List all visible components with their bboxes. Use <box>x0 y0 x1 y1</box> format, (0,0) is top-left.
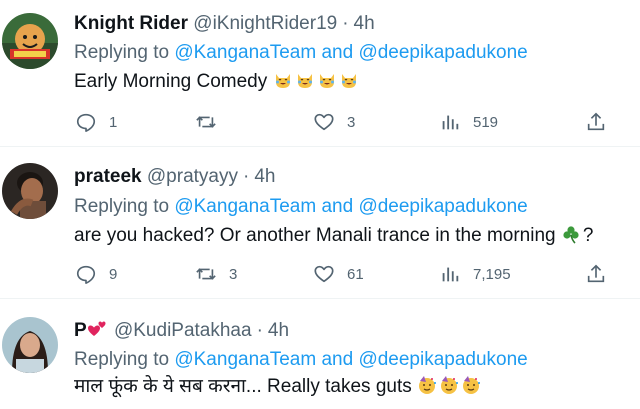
share-icon <box>587 264 605 283</box>
display-name[interactable]: prateek <box>74 166 142 187</box>
retweet-icon <box>196 116 216 128</box>
like-button[interactable]: 3 <box>313 109 355 135</box>
laughing-crying-cat-emoji <box>319 74 334 88</box>
views-count: 519 <box>473 113 499 131</box>
like-count: 61 <box>347 265 364 283</box>
mention-link[interactable]: @KanganaTeam <box>174 196 316 217</box>
tweet-text-content: Early Morning Comedy <box>74 71 268 92</box>
replying-prefix: Replying to <box>74 42 170 63</box>
avatar[interactable] <box>2 317 58 373</box>
mention-link[interactable]: @deepikapadukone <box>358 349 527 370</box>
tweet-text-content: माल फूंक के ये सब करना... Really takes g… <box>74 376 412 397</box>
avatar[interactable] <box>2 13 58 69</box>
partying-face-emoji <box>419 376 437 394</box>
shamrock-emoji <box>563 226 579 244</box>
separator-dot: · <box>256 320 263 341</box>
share-icon <box>587 112 605 131</box>
tweet-feed: Knight Rider @iKnightRider19 · 4h Replying… <box>0 0 640 409</box>
share-button[interactable] <box>585 109 607 135</box>
laughing-crying-cat-emoji <box>341 74 356 88</box>
share-button[interactable] <box>585 261 607 287</box>
tweet-text-content: are you hacked? Or another Manali trance… <box>74 225 556 246</box>
tweet[interactable]: P @KudiPatakhaa · 4h Replying to @KanganaT… <box>0 302 640 409</box>
partying-face-emoji <box>463 376 481 394</box>
two-hearts-emoji <box>87 321 106 336</box>
separator-dot: · <box>342 13 349 34</box>
views-button[interactable]: 7,195 <box>439 261 511 287</box>
mention-link[interactable]: @KanganaTeam <box>174 42 316 63</box>
tweet-text: Early Morning Comedy <box>74 70 361 94</box>
views-icon <box>442 115 459 130</box>
heart-icon <box>314 265 334 283</box>
tweet[interactable]: Knight Rider @iKnightRider19 · 4h Replying… <box>0 0 640 146</box>
mention-link[interactable]: @deepikapadukone <box>358 42 527 63</box>
display-name[interactable]: Knight Rider <box>74 13 188 34</box>
mention-and: and <box>321 349 354 370</box>
mention-and: and <box>321 42 354 63</box>
laughing-crying-cat-emoji <box>297 74 312 88</box>
divider <box>0 146 640 147</box>
mention-link[interactable]: @KanganaTeam <box>174 349 316 370</box>
separator-dot: · <box>243 166 250 187</box>
tweet-header: prateek @pratyayy · 4h <box>74 165 275 189</box>
views-count: 7,195 <box>473 265 511 283</box>
timestamp[interactable]: 4h <box>268 320 289 341</box>
tweet-text: माल फूंक के ये सब करना... Really takes g… <box>74 375 483 399</box>
emoji-group <box>273 71 361 92</box>
tweet-actions: 1 3 519 <box>75 109 615 135</box>
replying-prefix: Replying to <box>74 349 170 370</box>
retweet-button[interactable] <box>195 109 217 135</box>
tweet-header: P @KudiPatakhaa · 4h <box>74 319 289 343</box>
emoji-group <box>417 376 483 397</box>
tweet-actions: 9 3 61 7,195 <box>75 261 615 287</box>
avatar[interactable] <box>2 163 58 219</box>
reply-button[interactable]: 1 <box>75 109 117 135</box>
reply-icon <box>76 265 96 284</box>
replying-to: Replying to @KanganaTeam and @deepikapad… <box>74 348 528 372</box>
tweet-text-end: ? <box>582 225 594 246</box>
timestamp[interactable]: 4h <box>254 166 275 187</box>
heart-icon <box>314 113 334 131</box>
like-button[interactable]: 61 <box>313 261 364 287</box>
mention-and: and <box>321 196 354 217</box>
reply-button[interactable]: 9 <box>75 261 117 287</box>
views-button[interactable]: 519 <box>439 109 498 135</box>
partying-face-emoji <box>441 376 459 394</box>
user-handle[interactable]: @pratyayy <box>147 166 238 187</box>
divider <box>0 298 640 299</box>
tweet-text: are you hacked? Or another Manali trance… <box>74 224 593 248</box>
display-name[interactable]: P <box>74 320 87 341</box>
reply-count: 9 <box>109 265 118 283</box>
timestamp[interactable]: 4h <box>354 13 375 34</box>
like-count: 3 <box>347 113 356 131</box>
retweet-icon <box>196 268 216 280</box>
retweet-count: 3 <box>229 265 238 283</box>
replying-to: Replying to @KanganaTeam and @deepikapad… <box>74 195 528 219</box>
mention-link[interactable]: @deepikapadukone <box>358 196 527 217</box>
tweet[interactable]: prateek @pratyayy · 4h Replying to @Kangan… <box>0 149 640 299</box>
laughing-crying-cat-emoji <box>275 74 290 88</box>
replying-prefix: Replying to <box>74 196 170 217</box>
views-icon <box>442 267 459 282</box>
user-handle[interactable]: @KudiPatakhaa <box>114 320 252 341</box>
replying-to: Replying to @KanganaTeam and @deepikapad… <box>74 41 528 65</box>
reply-count: 1 <box>109 113 118 131</box>
retweet-button[interactable]: 3 <box>195 261 237 287</box>
user-handle[interactable]: @iKnightRider19 <box>193 13 337 34</box>
tweet-header: Knight Rider @iKnightRider19 · 4h <box>74 12 375 36</box>
reply-icon <box>76 113 96 132</box>
